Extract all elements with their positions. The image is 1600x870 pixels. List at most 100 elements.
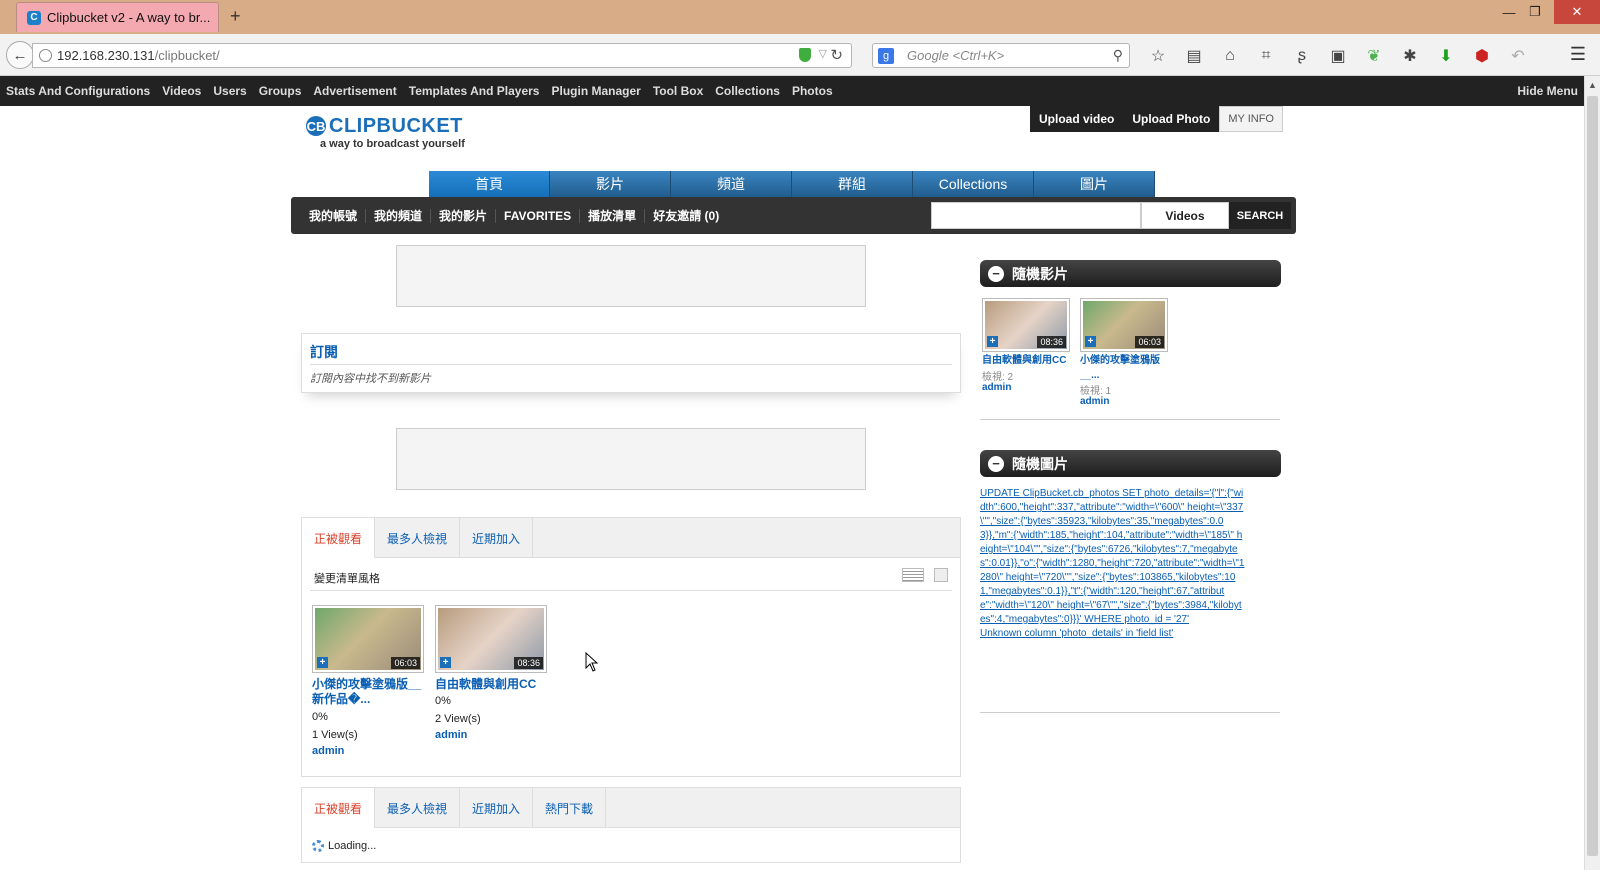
add-to-playlist-icon[interactable]: + — [317, 657, 328, 668]
reading-list-icon[interactable]: ▤ — [1176, 43, 1212, 68]
hide-menu-link[interactable]: Hide Menu — [1517, 84, 1578, 98]
clipbucket-logo[interactable]: CB CLIPBUCKET a way to broadcast yourself — [306, 116, 465, 150]
back-arrow-icon[interactable]: ← — [6, 41, 34, 69]
sub-nav-friend-requests[interactable]: 好友邀請 (0) — [645, 209, 727, 223]
admin-item-templates[interactable]: Templates And Players — [403, 84, 546, 98]
admin-item-photos[interactable]: Photos — [786, 84, 839, 98]
close-window-icon[interactable]: ✕ — [1554, 0, 1600, 24]
tab-photos[interactable]: 圖片 — [1034, 171, 1155, 197]
url-dropdown-icon[interactable]: ▽ — [819, 47, 827, 60]
add-to-playlist-icon[interactable]: + — [987, 336, 998, 347]
tab-videos[interactable]: 影片 — [550, 171, 671, 197]
admin-item-advertisement[interactable]: Advertisement — [307, 84, 402, 98]
new-tab-plus-icon[interactable]: + — [230, 6, 241, 27]
grid-view-icon[interactable] — [934, 568, 948, 582]
shield-icon[interactable] — [799, 48, 811, 62]
reload-icon[interactable]: ↻ — [830, 46, 843, 64]
browser-toolbar-icons: ☆ ▤ ⌂ ⌗ ʂ ▣ ❦ ✱ ⬇ ⬢ ↶ — [1140, 43, 1536, 68]
mouse-cursor-icon — [585, 652, 599, 672]
random-photos-title: 隨機圖片 — [1012, 455, 1068, 472]
vertical-scrollbar[interactable]: ▲ — [1584, 76, 1600, 870]
sub-nav-playlists[interactable]: 播放清單 — [580, 208, 646, 223]
admin-item-plugins[interactable]: Plugin Manager — [545, 84, 646, 98]
minimize-icon[interactable]: — — [1496, 0, 1522, 24]
scrollbar-thumb[interactable] — [1587, 96, 1598, 856]
tab-being-watched[interactable]: 正被觀看 — [302, 788, 376, 828]
hamburger-menu-icon[interactable]: ☰ — [1570, 44, 1586, 65]
my-info-button[interactable]: MY INFO — [1219, 106, 1283, 132]
tab-most-viewed[interactable]: 最多人檢視 — [375, 518, 461, 558]
list-view-icon[interactable] — [902, 568, 924, 582]
tab-groups[interactable]: 群組 — [792, 171, 913, 197]
upload-video-button[interactable]: Upload video — [1030, 106, 1124, 132]
admin-item-stats[interactable]: Stats And Configurations — [0, 84, 156, 98]
spinner-icon — [312, 840, 324, 852]
subscriptions-title[interactable]: 訂閱 — [310, 342, 338, 362]
video-title-link[interactable]: 自由軟體與創用CC — [435, 677, 553, 692]
tab-channels[interactable]: 頻道 — [671, 171, 792, 197]
admin-item-videos[interactable]: Videos — [156, 84, 207, 98]
admin-item-groups[interactable]: Groups — [253, 84, 308, 98]
add-to-playlist-icon[interactable]: + — [440, 657, 451, 668]
screenshot-icon[interactable]: ▣ — [1320, 43, 1356, 68]
site-search-input[interactable] — [931, 202, 1141, 229]
video-views: 1 View(s) — [312, 729, 358, 741]
random-video-title-link[interactable]: 小傑的攻擊塗鴉版__... — [1080, 353, 1172, 383]
search-icon[interactable]: ⚲ — [1113, 47, 1123, 64]
scroll-up-icon[interactable]: ▲ — [1588, 80, 1597, 90]
random-video-views: 檢視: 1 — [1080, 386, 1112, 397]
sub-nav-my-channel[interactable]: 我的頻道 — [366, 208, 432, 223]
admin-bar: Stats And Configurations Videos Users Gr… — [0, 76, 1584, 106]
tab-top-downloads[interactable]: 熱門下載 — [533, 788, 607, 828]
addon-s-icon[interactable]: ʂ — [1284, 43, 1320, 68]
search-button[interactable]: SEARCH — [1229, 202, 1291, 229]
sub-nav-my-account[interactable]: 我的帳號 — [301, 208, 367, 223]
crop-icon[interactable]: ⌗ — [1248, 43, 1284, 68]
sub-nav-favorites[interactable]: FAVORITES — [496, 208, 581, 223]
google-icon[interactable]: g — [878, 48, 894, 64]
leaf-icon[interactable]: ❦ — [1356, 43, 1392, 68]
tab-home[interactable]: 首頁 — [429, 171, 550, 197]
home-icon[interactable]: ⌂ — [1212, 43, 1248, 68]
random-video-thumbnail[interactable]: + 08:36 — [982, 298, 1070, 352]
tab-being-watched[interactable]: 正被觀看 — [302, 518, 376, 558]
sql-error-detail[interactable]: Unknown column 'photo_details' in 'field… — [980, 627, 1245, 641]
video-duration: 06:03 — [391, 657, 420, 669]
browser-search-input[interactable]: g Google <Ctrl+K> ⚲ — [872, 43, 1130, 68]
sql-error-query[interactable]: UPDATE ClipBucket.cb_photos SET photo_de… — [980, 487, 1245, 627]
admin-item-collections[interactable]: Collections — [709, 84, 786, 98]
video-thumbnail[interactable]: + 08:36 — [435, 605, 547, 673]
upload-photo-button[interactable]: Upload Photo — [1123, 106, 1220, 132]
collapse-minus-icon[interactable]: − — [988, 455, 1004, 472]
browser-tab[interactable]: C Clipbucket v2 - A way to br... — [16, 2, 219, 32]
tab-recently-added[interactable]: 近期加入 — [460, 788, 534, 828]
tab-collections[interactable]: Collections — [913, 171, 1034, 197]
collapse-minus-icon[interactable]: − — [988, 265, 1004, 282]
download-icon[interactable]: ⬇ — [1428, 43, 1464, 68]
search-type-select[interactable]: Videos — [1141, 202, 1229, 229]
videos-tabs: 正被觀看 最多人檢視 近期加入 — [302, 518, 960, 558]
admin-item-toolbox[interactable]: Tool Box — [647, 84, 709, 98]
add-to-playlist-icon[interactable]: + — [1085, 336, 1096, 347]
video-thumbnail[interactable]: + 06:03 — [312, 605, 424, 673]
adblock-icon[interactable]: ⬢ — [1464, 43, 1500, 68]
url-bar[interactable]: 192.168.230.131/clipbucket/ ▽ ↻ — [32, 43, 852, 68]
undo-icon[interactable]: ↶ — [1500, 43, 1536, 68]
videos-panel: 正被觀看 最多人檢視 近期加入 變更清單風格 + 06:03 小傑的攻擊塗鴉版_… — [301, 517, 961, 777]
bottom-videos-panel: 正被觀看 最多人檢視 近期加入 熱門下載 Loading... — [301, 787, 961, 863]
random-video-thumbnail[interactable]: + 06:03 — [1080, 298, 1168, 352]
url-host: 192.168.230.131 — [57, 48, 155, 63]
random-video-user-link[interactable]: admin — [982, 382, 1011, 393]
video-title-link[interactable]: 小傑的攻擊塗鴉版__新作品�... — [312, 677, 430, 707]
video-user-link[interactable]: admin — [312, 745, 344, 757]
restore-icon[interactable]: ❐ — [1522, 0, 1548, 24]
gear-puzzle-icon[interactable]: ✱ — [1392, 43, 1428, 68]
admin-item-users[interactable]: Users — [207, 84, 252, 98]
tab-recently-added[interactable]: 近期加入 — [460, 518, 534, 558]
tab-most-viewed[interactable]: 最多人檢視 — [375, 788, 461, 828]
sub-nav-my-videos[interactable]: 我的影片 — [431, 208, 497, 223]
random-video-user-link[interactable]: admin — [1080, 396, 1109, 407]
video-user-link[interactable]: admin — [435, 729, 467, 741]
bookmark-star-icon[interactable]: ☆ — [1140, 43, 1176, 68]
random-video-title-link[interactable]: 自由軟體與創用CC — [982, 353, 1066, 368]
